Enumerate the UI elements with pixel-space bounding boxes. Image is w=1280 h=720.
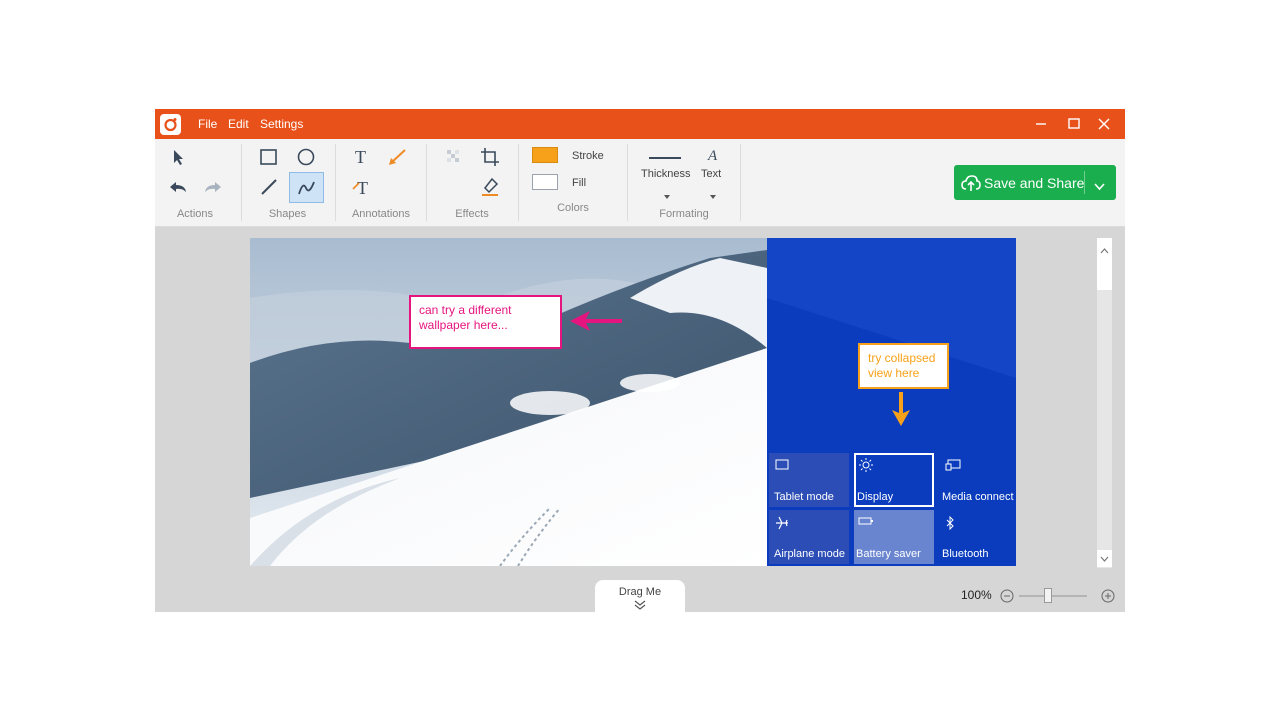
svg-text:A: A [707, 148, 718, 163]
fill-color-swatch[interactable] [532, 174, 558, 190]
select-tool-icon[interactable] [163, 143, 193, 171]
airplane-icon [775, 516, 789, 533]
separator [518, 144, 519, 221]
save-and-share-button[interactable]: Save and Share [954, 165, 1116, 200]
tile-tablet-mode[interactable]: Tablet mode [769, 453, 849, 507]
button-divider [1084, 171, 1085, 194]
save-and-share-label: Save and Share [984, 175, 1085, 191]
app-logo-icon [160, 114, 181, 135]
separator [740, 144, 741, 221]
zoom-slider-thumb[interactable] [1044, 588, 1052, 603]
menu-settings[interactable]: Settings [260, 117, 303, 131]
tile-media-connect[interactable]: Media connect [939, 453, 1016, 507]
close-icon[interactable] [1093, 113, 1115, 135]
scroll-down-button[interactable] [1097, 550, 1112, 567]
tile-label: Bluetooth [942, 548, 989, 560]
tile-label: Tablet mode [774, 491, 834, 503]
scroll-up-icon[interactable] [1100, 241, 1109, 259]
editor-canvas[interactable]: Tablet mode Display Media connect Airpla… [250, 238, 1016, 566]
brightness-icon [859, 458, 873, 475]
tile-label: Airplane mode [774, 548, 845, 560]
svg-text:T: T [357, 178, 368, 197]
maximize-icon[interactable] [1063, 113, 1085, 135]
chevron-down-icon[interactable] [663, 187, 671, 205]
undo-icon[interactable] [163, 173, 193, 201]
drag-me-label: Drag Me [618, 586, 662, 598]
fill-label: Fill [572, 177, 587, 189]
annotation-note-orange[interactable]: try collapsed view here [858, 343, 949, 389]
group-label-actions: Actions [176, 208, 214, 220]
tile-label: Media connect [942, 491, 1014, 503]
group-label-effects: Effects [455, 208, 489, 220]
text-tool-icon[interactable]: T [347, 143, 377, 171]
drag-handle[interactable]: Drag Me [595, 580, 685, 612]
zoom-out-icon[interactable] [1000, 589, 1014, 608]
text-dropdown[interactable]: Text [701, 168, 721, 180]
vertical-scrollbar[interactable] [1097, 238, 1112, 568]
tile-display[interactable]: Display [854, 453, 934, 507]
tablet-icon [775, 459, 789, 473]
group-label-shapes: Shapes [268, 208, 307, 220]
zoom-level: 100% [961, 588, 992, 602]
separator [335, 144, 336, 221]
tile-label: Display [857, 491, 894, 503]
cloud-upload-icon [961, 174, 981, 197]
stroke-label: Stroke [572, 150, 604, 162]
tile-battery-saver[interactable]: Battery saver [854, 510, 934, 564]
group-label-annotations: Annotations [351, 208, 411, 220]
group-label-colors: Colors [557, 202, 589, 214]
svg-text:T: T [355, 147, 366, 167]
zoom-in-icon[interactable] [1101, 589, 1115, 608]
thickness-dropdown[interactable]: Thickness [641, 168, 691, 180]
thickness-line-icon [649, 157, 681, 159]
tile-label: Battery saver [856, 548, 921, 560]
bluetooth-icon [945, 515, 955, 533]
annotation-note-pink[interactable]: can try a different wallpaper here... [409, 295, 562, 349]
ellipse-tool-icon[interactable] [291, 143, 321, 171]
freehand-tool-icon[interactable] [289, 172, 324, 203]
separator [241, 144, 242, 221]
line-tool-icon[interactable] [254, 173, 284, 201]
scroll-down-icon[interactable] [1100, 556, 1109, 562]
orange-arrow-icon[interactable] [891, 392, 911, 428]
redo-icon[interactable] [198, 173, 228, 201]
tile-bluetooth[interactable]: Bluetooth [939, 510, 1016, 564]
separator [627, 144, 628, 221]
highlighter-tool-icon[interactable] [475, 173, 505, 201]
separator [426, 144, 427, 221]
stroke-color-swatch[interactable] [532, 147, 558, 163]
chevron-down-icon[interactable] [1094, 178, 1105, 196]
toolbar: Actions Shapes T T Annotations Effects S… [155, 139, 1125, 227]
chevron-down-icon[interactable] [709, 187, 717, 205]
pink-arrow-icon[interactable] [568, 310, 624, 332]
arrow-tool-icon[interactable] [382, 143, 412, 171]
pixelate-tool-icon[interactable] [439, 143, 469, 171]
text-format-icon: A [706, 147, 722, 168]
group-label-formating: Formating [659, 208, 709, 220]
title-bar: File Edit Settings [155, 109, 1125, 139]
wallpaper-image [250, 238, 767, 566]
menu-edit[interactable]: Edit [228, 117, 249, 131]
minimize-icon[interactable] [1030, 113, 1052, 135]
callout-text-tool-icon[interactable]: T [347, 173, 377, 201]
battery-saver-icon [858, 516, 874, 529]
crop-tool-icon[interactable] [475, 143, 505, 171]
app-window: File Edit Settings Actions Shapes T T An… [155, 109, 1125, 612]
menu-file[interactable]: File [198, 117, 217, 131]
double-chevron-down-icon [634, 600, 646, 610]
media-connect-icon [945, 459, 961, 474]
zoom-slider-track[interactable] [1019, 595, 1087, 597]
rectangle-tool-icon[interactable] [254, 143, 284, 171]
tile-airplane-mode[interactable]: Airplane mode [769, 510, 849, 564]
status-bar: Drag Me 100% [155, 568, 1125, 612]
